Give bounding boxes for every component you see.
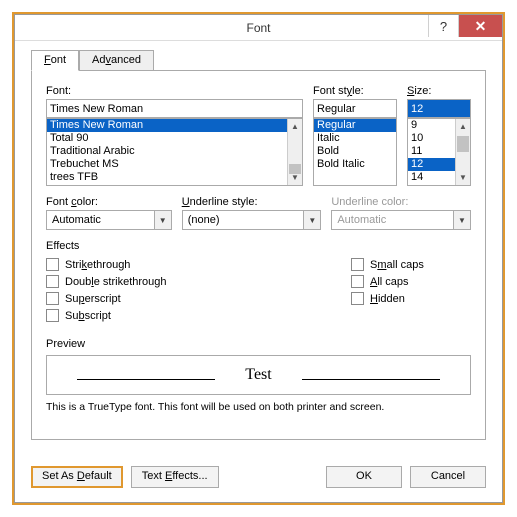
set-as-default-button[interactable]: Set As Default [31, 466, 123, 488]
underline-style-label: Underline style: [182, 196, 322, 208]
style-input[interactable] [313, 99, 397, 118]
list-item[interactable]: 12 [408, 158, 455, 171]
hidden-checkbox[interactable]: Hidden [351, 292, 471, 305]
list-item[interactable]: Bold Italic [314, 158, 396, 171]
underline-style-dropdown[interactable]: (none) ▼ [182, 210, 322, 230]
font-listbox[interactable]: Times New Roman Total 90 Traditional Ara… [46, 118, 303, 186]
list-item[interactable]: Regular [314, 119, 396, 132]
preview-sample: Test [215, 366, 301, 384]
tab-strip: Font Advanced [31, 49, 486, 70]
size-label: Size: [407, 85, 471, 97]
style-listbox[interactable]: Regular Italic Bold Bold Italic [313, 118, 397, 186]
smallcaps-checkbox[interactable]: Small caps [351, 258, 471, 271]
effects-group: Strikethrough Double strikethrough Super… [46, 254, 471, 328]
underline-color-label: Underline color: [331, 196, 471, 208]
font-input[interactable] [46, 99, 303, 118]
font-color-dropdown[interactable]: Automatic ▼ [46, 210, 172, 230]
scroll-up-icon[interactable]: ▲ [288, 119, 302, 134]
dialog-button-bar: Set As Default Text Effects... OK Cancel [15, 456, 502, 502]
list-item[interactable]: Italic [314, 132, 396, 145]
help-button[interactable]: ? [428, 15, 458, 37]
titlebar: Font ? ✕ [15, 15, 502, 41]
superscript-checkbox[interactable]: Superscript [46, 292, 351, 305]
list-item[interactable]: 9 [408, 119, 455, 132]
list-item[interactable]: Total 90 [47, 132, 287, 145]
close-button[interactable]: ✕ [458, 15, 502, 37]
preview-label: Preview [46, 338, 471, 350]
allcaps-checkbox[interactable]: All caps [351, 275, 471, 288]
list-item[interactable]: 10 [408, 132, 455, 145]
preview-note: This is a TrueType font. This font will … [46, 401, 471, 413]
tab-font[interactable]: Font [31, 50, 79, 71]
subscript-checkbox[interactable]: Subscript [46, 309, 351, 322]
list-item[interactable]: 14 [408, 171, 455, 184]
scrollbar[interactable]: ▲ ▼ [287, 119, 302, 185]
scroll-down-icon[interactable]: ▼ [456, 170, 470, 185]
text-effects-button[interactable]: Text Effects... [131, 466, 219, 488]
scroll-up-icon[interactable]: ▲ [456, 119, 470, 134]
list-item[interactable]: Trebuchet MS [47, 158, 287, 171]
font-dialog: Font ? ✕ Font Advanced Font: Tim [14, 14, 503, 503]
tab-panel-font: Font: Times New Roman Total 90 Tradition… [31, 70, 486, 440]
size-input[interactable] [407, 99, 471, 118]
strikethrough-checkbox[interactable]: Strikethrough [46, 258, 351, 271]
font-color-label: Font color: [46, 196, 172, 208]
scrollbar[interactable]: ▲ ▼ [455, 119, 470, 185]
font-label: Font: [46, 85, 303, 97]
list-item[interactable]: Bold [314, 145, 396, 158]
double-strike-checkbox[interactable]: Double strikethrough [46, 275, 351, 288]
list-item[interactable]: 11 [408, 145, 455, 158]
tab-advanced[interactable]: Advanced [79, 50, 154, 71]
underline-color-dropdown: Automatic ▼ [331, 210, 471, 230]
chevron-down-icon: ▼ [303, 211, 320, 229]
preview-box: Test [46, 355, 471, 395]
list-item[interactable]: Times New Roman [47, 119, 287, 132]
style-label: Font style: [313, 85, 397, 97]
cancel-button[interactable]: Cancel [410, 466, 486, 488]
effects-label: Effects [46, 240, 471, 252]
size-listbox[interactable]: 9 10 11 12 14 ▲ ▼ [407, 118, 471, 186]
list-item[interactable]: Traditional Arabic [47, 145, 287, 158]
list-item[interactable]: trees TFB [47, 171, 287, 184]
chevron-down-icon: ▼ [154, 211, 171, 229]
ok-button[interactable]: OK [326, 466, 402, 488]
chevron-down-icon: ▼ [453, 211, 470, 229]
